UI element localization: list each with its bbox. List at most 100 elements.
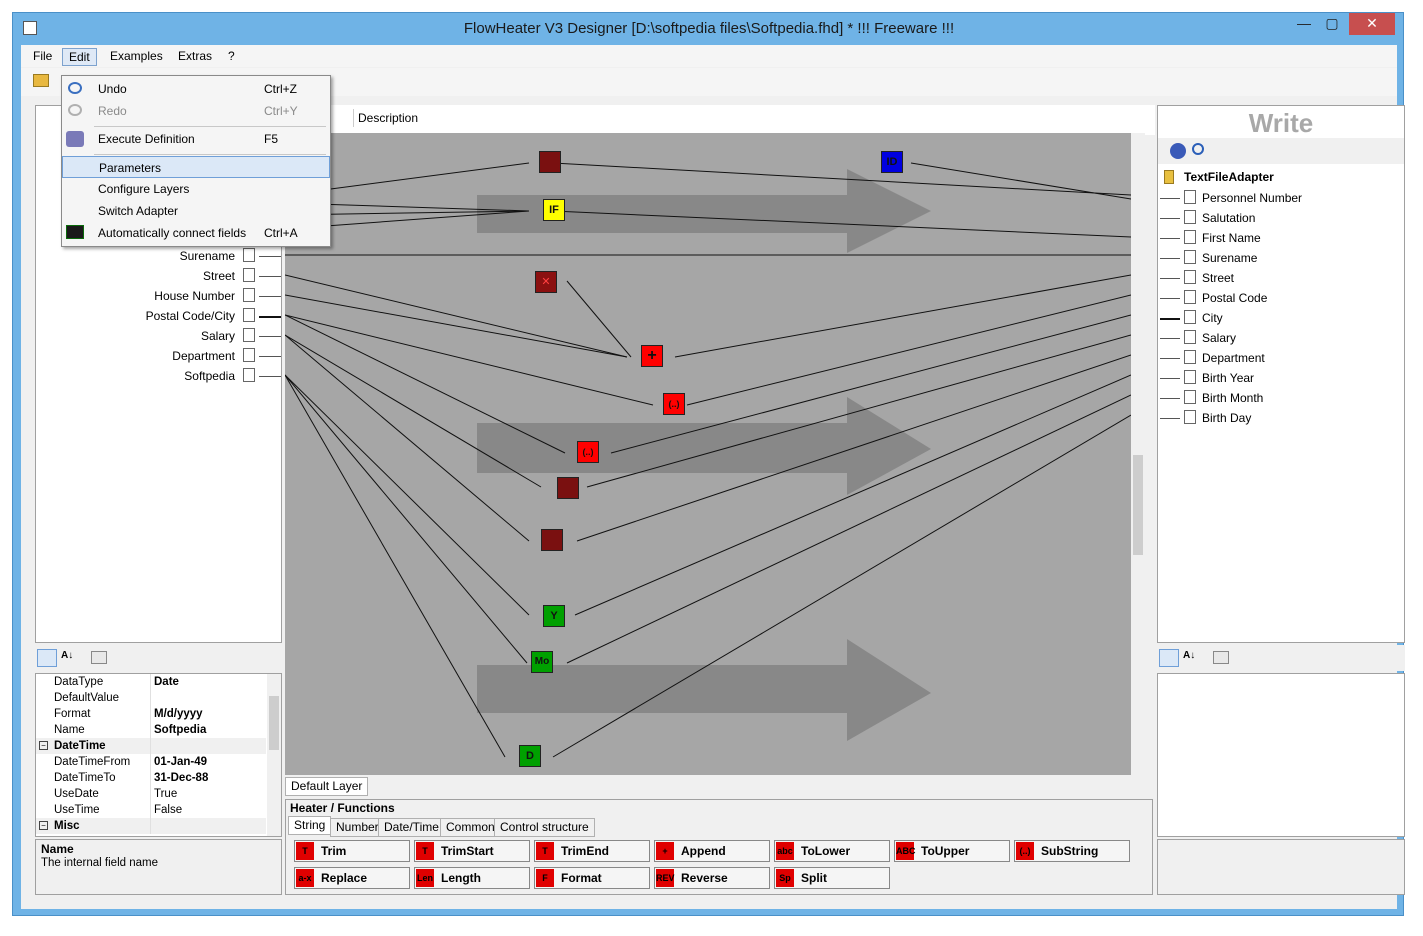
property-row[interactable]: DataType Date bbox=[36, 674, 266, 690]
close-button[interactable]: ✕ bbox=[1349, 13, 1395, 35]
tab-datetime[interactable]: Date/Time bbox=[378, 818, 445, 837]
read-field[interactable]: Softpedia bbox=[36, 366, 281, 386]
read-field[interactable]: House Number bbox=[36, 286, 281, 306]
search-icon[interactable] bbox=[1192, 143, 1204, 155]
function-append-button[interactable]: + Append bbox=[654, 840, 770, 862]
minimize-button[interactable]: — bbox=[1291, 13, 1317, 35]
property-pages-icon[interactable] bbox=[91, 651, 107, 664]
tab-common[interactable]: Common bbox=[440, 818, 501, 837]
menu-edit[interactable]: Edit bbox=[62, 48, 97, 66]
field-icon bbox=[1184, 250, 1196, 264]
copy-node[interactable] bbox=[539, 151, 561, 173]
year-node[interactable]: Y bbox=[543, 605, 565, 627]
append-node[interactable]: + bbox=[641, 345, 663, 367]
write-field[interactable]: Surename bbox=[1158, 248, 1404, 268]
menu-examples[interactable]: Examples bbox=[104, 48, 169, 66]
categorized-icon[interactable] bbox=[37, 649, 57, 667]
substring-node[interactable]: (..) bbox=[663, 393, 685, 415]
open-folder-icon[interactable] bbox=[33, 74, 49, 87]
month-node[interactable]: Mo bbox=[531, 651, 553, 673]
tab-number[interactable]: Number bbox=[330, 818, 385, 837]
write-field[interactable]: Birth Month bbox=[1158, 388, 1404, 408]
function-toupper-button[interactable]: ABC ToUpper bbox=[894, 840, 1010, 862]
property-scrollbar[interactable] bbox=[267, 674, 281, 836]
write-field[interactable]: Birth Year bbox=[1158, 368, 1404, 388]
read-field[interactable]: Street bbox=[36, 266, 281, 286]
design-canvas[interactable]: ID IF ✕ + (..) (..) Y Mo D bbox=[285, 133, 1145, 775]
write-field[interactable]: Department bbox=[1158, 348, 1404, 368]
property-pages-icon[interactable] bbox=[1213, 651, 1229, 664]
property-row[interactable]: DateTimeTo 31-Dec-88 bbox=[36, 770, 266, 786]
function-trimend-button[interactable]: T TrimEnd bbox=[534, 840, 650, 862]
property-row[interactable]: DefaultValue bbox=[36, 690, 266, 706]
property-category[interactable]: − DateTime bbox=[36, 738, 266, 754]
canvas-scrollbar[interactable] bbox=[1131, 133, 1145, 775]
menu-item-parameters[interactable]: Parameters bbox=[62, 156, 330, 178]
function-replace-button[interactable]: a-x Replace bbox=[294, 867, 410, 889]
canvas-scroll-thumb[interactable] bbox=[1133, 455, 1143, 555]
read-field[interactable]: Surename bbox=[36, 246, 281, 266]
write-field[interactable]: First Name bbox=[1158, 228, 1404, 248]
connector-line bbox=[259, 316, 281, 318]
if-node[interactable]: IF bbox=[543, 199, 565, 221]
function-length-button[interactable]: Len Length bbox=[414, 867, 530, 889]
collapse-icon[interactable]: − bbox=[39, 821, 48, 830]
menu-file[interactable]: File bbox=[27, 48, 58, 66]
delete-node[interactable]: ✕ bbox=[535, 271, 557, 293]
scroll-thumb[interactable] bbox=[269, 696, 279, 750]
function-reverse-button[interactable]: REV Reverse bbox=[654, 867, 770, 889]
property-row[interactable]: Format M/d/yyyy bbox=[36, 706, 266, 722]
property-row[interactable]: UseDate True bbox=[36, 786, 266, 802]
menu-help[interactable]: ? bbox=[222, 48, 241, 66]
tab-control-structure[interactable]: Control structure bbox=[494, 818, 595, 837]
property-row[interactable]: DateTimeFrom 01-Jan-49 bbox=[36, 754, 266, 770]
property-category[interactable]: − Misc bbox=[36, 818, 266, 834]
field-icon bbox=[1184, 350, 1196, 364]
collapse-icon[interactable]: − bbox=[39, 741, 48, 750]
connector-line bbox=[259, 336, 281, 337]
read-field[interactable]: Postal Code/City bbox=[36, 306, 281, 326]
menu-item-configure-layers[interactable]: Configure Layers bbox=[62, 178, 330, 200]
function-tolower-button[interactable]: abc ToLower bbox=[774, 840, 890, 862]
property-row[interactable]: UseTime False bbox=[36, 802, 266, 818]
maximize-button[interactable]: ▢ bbox=[1319, 13, 1345, 35]
menu-item-auto-connect[interactable]: Automatically connect fields Ctrl+A bbox=[62, 222, 330, 244]
day-node[interactable]: D bbox=[519, 745, 541, 767]
menu-item-execute-definition[interactable]: Execute Definition F5 bbox=[62, 128, 330, 150]
menu-item-switch-adapter[interactable]: Switch Adapter bbox=[62, 200, 330, 222]
substring-node[interactable]: (..) bbox=[577, 441, 599, 463]
connector-line bbox=[259, 296, 281, 297]
function-format-button[interactable]: F Format bbox=[534, 867, 650, 889]
sort-alpha-icon[interactable]: A↓ bbox=[61, 650, 79, 666]
write-field[interactable]: Postal Code bbox=[1158, 288, 1404, 308]
property-description-right bbox=[1157, 839, 1405, 895]
write-field[interactable]: Birth Day bbox=[1158, 408, 1404, 428]
write-field[interactable]: City bbox=[1158, 308, 1404, 328]
property-row[interactable]: Name Softpedia bbox=[36, 722, 266, 738]
sort-alpha-icon[interactable]: A↓ bbox=[1183, 650, 1201, 666]
gear-icon[interactable] bbox=[1170, 143, 1186, 159]
function-trim-button[interactable]: T Trim bbox=[294, 840, 410, 862]
menu-item-undo[interactable]: Undo Ctrl+Z bbox=[62, 78, 330, 100]
id-node[interactable]: ID bbox=[881, 151, 903, 173]
function-split-button[interactable]: Sp Split bbox=[774, 867, 890, 889]
read-field[interactable]: Salary bbox=[36, 326, 281, 346]
adapter-node[interactable]: TextFileAdapter bbox=[1164, 168, 1394, 186]
tab-string[interactable]: String bbox=[288, 816, 332, 835]
menu-extras[interactable]: Extras bbox=[172, 48, 218, 66]
description-tab[interactable]: Description bbox=[353, 109, 422, 127]
copy-node[interactable] bbox=[557, 477, 579, 499]
read-field[interactable]: Department bbox=[36, 346, 281, 366]
write-field[interactable]: Personnel Number bbox=[1158, 188, 1404, 208]
layer-tab[interactable]: Default Layer bbox=[285, 777, 369, 796]
field-icon bbox=[1184, 390, 1196, 404]
write-field[interactable]: Salary bbox=[1158, 328, 1404, 348]
copy-node[interactable] bbox=[541, 529, 563, 551]
function-substring-button[interactable]: (..) SubString bbox=[1014, 840, 1130, 862]
write-field[interactable]: Salutation bbox=[1158, 208, 1404, 228]
function-trimstart-button[interactable]: T TrimStart bbox=[414, 840, 530, 862]
categorized-icon[interactable] bbox=[1159, 649, 1179, 667]
write-field[interactable]: Street bbox=[1158, 268, 1404, 288]
menu-item-redo[interactable]: Redo Ctrl+Y bbox=[62, 100, 330, 122]
connector-line bbox=[1160, 198, 1180, 199]
